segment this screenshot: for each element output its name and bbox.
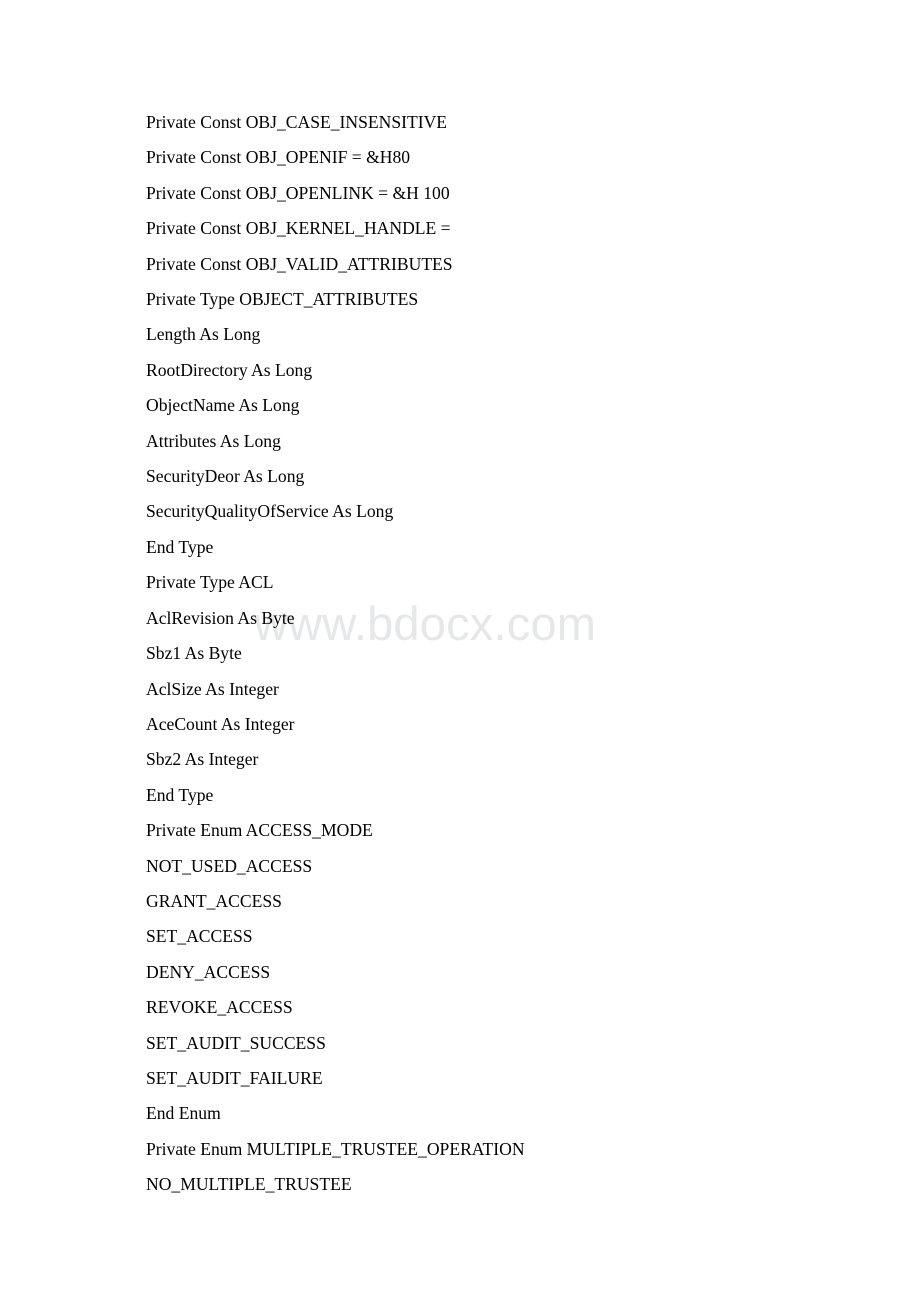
document-line: End Type (146, 784, 214, 805)
document-line: SET_ACCESS (146, 926, 253, 947)
document-line: ObjectName As Long (146, 395, 300, 416)
document-line: Private Const OBJ_CASE_INSENSITIVE (146, 112, 448, 132)
document-line: GRANT_ACCESS (146, 890, 282, 911)
document-line: SecurityDeor As Long (146, 466, 305, 487)
document-line: NO_MULTIPLE_TRUSTEE (146, 1174, 352, 1195)
document-line: Sbz1 As Byte (146, 643, 242, 664)
document-page: www.bdocx.com Private Const OBJ_CASE_INS… (0, 0, 920, 1302)
document-line: Sbz2 As Integer (146, 749, 259, 770)
document-line: SET_AUDIT_FAILURE (146, 1067, 323, 1088)
document-line: Private Type ACL (146, 572, 274, 593)
document-line: Attributes As Long (146, 430, 281, 451)
document-line: Private Const OBJ_OPENIF = &H80 (146, 147, 411, 168)
document-line: End Enum (146, 1103, 221, 1124)
document-line: Private Enum ACCESS_MODE (146, 820, 373, 841)
document-line: End Type (146, 536, 214, 557)
document-line: AclRevision As Byte (146, 607, 295, 628)
document-line: RootDirectory As Long (146, 359, 313, 380)
document-line: NOT_USED_ACCESS (146, 855, 313, 876)
document-line: Private Type OBJECT_ATTRIBUTES (146, 289, 419, 310)
document-line: Private Const OBJ_OPENLINK = &H 100 (146, 182, 450, 203)
document-line: REVOKE_ACCESS (146, 997, 293, 1018)
document-line: SET_AUDIT_SUCCESS (146, 1032, 326, 1053)
document-line: Length As Long (146, 324, 261, 345)
document-line: AceCount As Integer (146, 713, 295, 734)
document-line: DENY_ACCESS (146, 961, 271, 982)
document-line: AclSize As Integer (146, 678, 279, 699)
document-line: SecurityQualityOfService As Long (146, 501, 394, 522)
document-line: Private Const OBJ_KERNEL_HANDLE = (146, 218, 451, 239)
document-body: Private Const OBJ_CASE_INSENSITIVE Privat… (146, 105, 846, 1203)
document-line: Private Enum MULTIPLE_TRUSTEE_OPERATION (146, 1138, 525, 1159)
document-line: Private Const OBJ_VALID_ATTRIBUTES (146, 253, 453, 274)
